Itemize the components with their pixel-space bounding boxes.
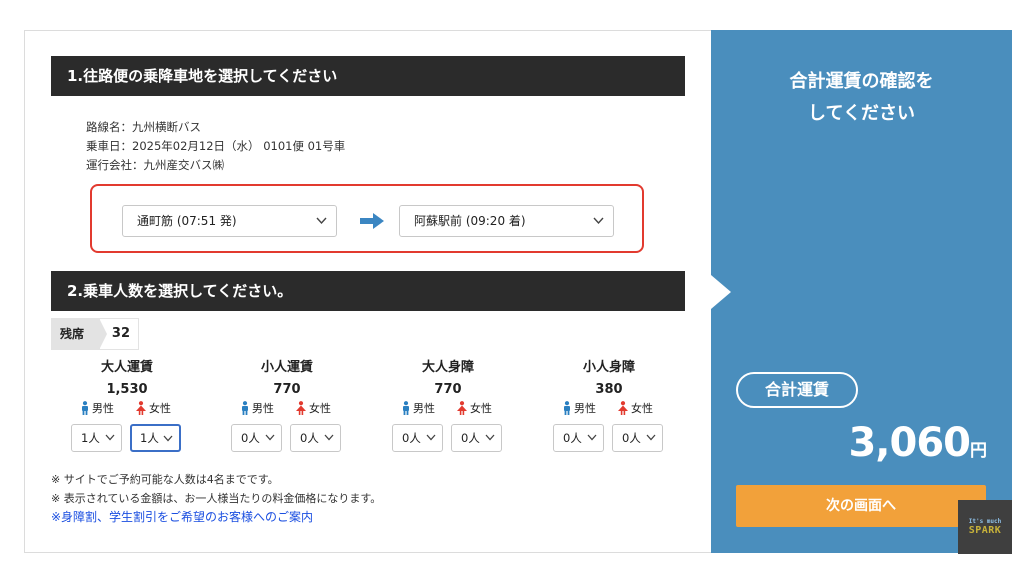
section-header-route: 1.往路便の乗降車地を選択してください xyxy=(51,56,685,96)
route-operator: 運行会社：九州産交バス㈱ xyxy=(86,158,224,172)
route-info: 路線名：九州横断バス 乗車日：2025年02月12日（水） 0101便 01号車… xyxy=(86,118,345,175)
chevron-down-icon xyxy=(485,425,495,462)
boarding-stop-value: 通町筋 (07:51 発) xyxy=(137,214,237,228)
watermark-small-text: It's much xyxy=(968,518,1002,525)
alighting-stop-select[interactable]: 阿蘇駅前 (09:20 着) xyxy=(399,205,614,237)
route-line-name: 路線名：九州横断バス xyxy=(86,120,201,134)
watermark-logo: It's much SPARK xyxy=(958,500,1012,554)
male-person-icon xyxy=(401,401,413,415)
total-fare-label: 合計運賃 xyxy=(736,372,858,408)
female-label: 女性 xyxy=(295,401,331,417)
male-count-select[interactable]: 0人 xyxy=(553,424,604,452)
male-person-icon xyxy=(240,401,252,415)
summary-title-line2: してください xyxy=(808,103,915,124)
chevron-down-icon xyxy=(105,425,115,462)
fare-price: 770 xyxy=(273,382,301,397)
male-count-value: 0人 xyxy=(563,431,582,445)
chevron-down-icon xyxy=(265,425,275,462)
male-count-select[interactable]: 1人 xyxy=(71,424,122,452)
route-date: 乗車日：2025年02月12日（水） 0101便 01号車 xyxy=(86,139,346,153)
chevron-down-icon xyxy=(646,425,656,462)
total-fare-value: 3,060 xyxy=(848,420,971,466)
notes: ※ サイトでご予約可能な人数は4名までです。 ※ 表示されている金額は、お一人様… xyxy=(51,470,381,527)
male-person-icon xyxy=(80,401,92,415)
female-person-icon xyxy=(295,401,309,415)
summary-title: 合計運賃の確認を してください xyxy=(711,66,1012,130)
note-price-per-person: ※ 表示されている金額は、お一人様当たりの料金価格になります。 xyxy=(51,492,382,505)
fare-column: 小人身障 380 xyxy=(534,358,684,400)
male-person-icon xyxy=(562,401,574,415)
female-label: 女性 xyxy=(617,401,653,417)
female-label-text: 女性 xyxy=(309,402,331,415)
next-screen-button[interactable]: 次の画面へ xyxy=(736,485,986,527)
female-label-text: 女性 xyxy=(149,402,171,415)
female-count-select[interactable]: 0人 xyxy=(290,424,341,452)
fare-price: 380 xyxy=(595,382,623,397)
female-label: 女性 xyxy=(456,401,492,417)
female-label: 女性 xyxy=(135,401,171,417)
male-label: 男性 xyxy=(401,401,435,417)
alighting-stop-value: 阿蘇駅前 (09:20 着) xyxy=(414,214,526,228)
chevron-down-icon xyxy=(426,425,436,462)
fare-type-title: 大人運賃 xyxy=(100,360,153,375)
female-person-icon xyxy=(456,401,470,415)
chevron-down-icon xyxy=(587,425,597,462)
total-fare-currency: 円 xyxy=(970,441,987,461)
male-label: 男性 xyxy=(240,401,274,417)
fare-column: 大人運賃 1,530 xyxy=(52,358,202,400)
male-label: 男性 xyxy=(562,401,596,417)
male-count-value: 0人 xyxy=(402,431,421,445)
female-count-value: 1人 xyxy=(140,431,159,445)
male-label-text: 男性 xyxy=(252,402,274,415)
discount-info-link[interactable]: ※身障割、学生割引をご希望のお客様へのご案内 xyxy=(51,508,381,527)
fare-price: 1,530 xyxy=(106,382,148,397)
female-count-select[interactable]: 1人 xyxy=(130,424,181,452)
note-max-passengers: ※ サイトでご予約可能な人数は4名までです。 xyxy=(51,473,279,486)
female-count-select[interactable]: 0人 xyxy=(451,424,502,452)
male-label-text: 男性 xyxy=(92,402,114,415)
female-person-icon xyxy=(135,401,149,415)
total-fare-amount: 3,060円 xyxy=(711,420,987,466)
male-label-text: 男性 xyxy=(413,402,435,415)
female-count-value: 0人 xyxy=(300,431,319,445)
section-header-passengers: 2.乗車人数を選択してください。 xyxy=(51,271,685,311)
female-person-icon xyxy=(617,401,631,415)
seats-label-arrow xyxy=(99,318,107,350)
fare-price: 770 xyxy=(434,382,462,397)
fare-column: 大人身障 770 xyxy=(373,358,523,400)
chevron-down-icon xyxy=(593,206,604,248)
seats-remaining-label: 残席 xyxy=(51,318,99,350)
watermark-brand-text: SPARK xyxy=(968,525,1002,536)
male-count-value: 1人 xyxy=(81,431,100,445)
summary-panel-notch xyxy=(711,275,731,309)
female-count-select[interactable]: 0人 xyxy=(612,424,663,452)
female-label-text: 女性 xyxy=(631,402,653,415)
boarding-stop-select[interactable]: 通町筋 (07:51 発) xyxy=(122,205,337,237)
chevron-down-icon xyxy=(324,425,334,462)
female-label-text: 女性 xyxy=(470,402,492,415)
fare-type-title: 小人運賃 xyxy=(260,360,313,375)
fare-type-title: 大人身障 xyxy=(421,360,474,375)
male-count-select[interactable]: 0人 xyxy=(392,424,443,452)
chevron-down-icon xyxy=(316,206,327,248)
female-count-value: 0人 xyxy=(622,431,641,445)
male-label-text: 男性 xyxy=(574,402,596,415)
chevron-down-icon xyxy=(163,426,173,462)
male-count-value: 0人 xyxy=(241,431,260,445)
summary-title-line1: 合計運賃の確認を xyxy=(789,71,934,92)
male-label: 男性 xyxy=(80,401,114,417)
fare-column: 小人運賃 770 xyxy=(212,358,362,400)
right-arrow-icon xyxy=(360,213,384,229)
fare-type-title: 小人身障 xyxy=(582,360,635,375)
male-count-select[interactable]: 0人 xyxy=(231,424,282,452)
female-count-value: 0人 xyxy=(461,431,480,445)
